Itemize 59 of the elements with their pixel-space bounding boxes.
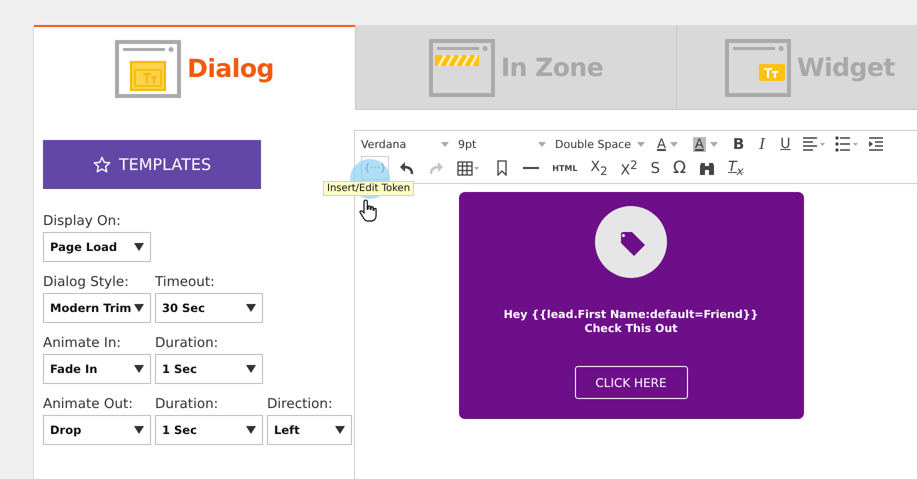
dropdown[interactable]: 1 Sec	[155, 415, 263, 445]
undo-icon[interactable]	[399, 160, 416, 176]
field-label: Dialog Style:	[43, 274, 130, 290]
field-label: Display On:	[43, 213, 122, 229]
toolbar-dropdown[interactable]: Verdana	[361, 138, 449, 150]
dropdown[interactable]: Page Load	[43, 232, 151, 262]
dropdown[interactable]: Left	[267, 415, 352, 445]
align-left-icon[interactable]	[802, 136, 826, 152]
indent-icon[interactable]	[868, 136, 884, 152]
caret-icon	[637, 142, 645, 146]
click-here-button[interactable]: CLICK HERE	[574, 366, 688, 399]
strikethrough-button[interactable]: S	[648, 157, 664, 179]
italic-button[interactable]: I	[756, 133, 768, 155]
field-label: Duration:	[155, 396, 220, 412]
bold-button[interactable]: B	[730, 133, 748, 155]
dropdown[interactable]: Modern Trim	[43, 293, 151, 323]
subscript-button[interactable]: X$_{2}$	[587, 157, 610, 179]
special-character-button[interactable]: Ω	[670, 157, 690, 179]
caret-icon	[710, 142, 718, 146]
highlight-color-button[interactable]: A	[690, 133, 721, 155]
field-label: Duration:	[155, 335, 220, 351]
templates-button[interactable]: TEMPLATES	[43, 140, 261, 189]
dropdown-arrow-icon	[134, 243, 144, 251]
text-color-button[interactable]: A	[654, 133, 681, 155]
binoculars-icon[interactable]	[699, 160, 716, 176]
dropdown-arrow-icon	[246, 365, 256, 373]
dropdown-arrow-icon	[335, 426, 345, 434]
star-icon	[92, 156, 111, 174]
tooltip: Insert/Edit Token	[323, 181, 414, 196]
dropdown[interactable]: Fade In	[43, 354, 151, 384]
table-icon[interactable]	[457, 160, 482, 176]
superscript-button[interactable]: X$^{2}$	[618, 157, 641, 179]
field-label: Animate Out:	[43, 396, 134, 412]
caret-icon	[670, 142, 678, 146]
field-label: Timeout:	[155, 274, 216, 290]
dropdown[interactable]: Drop	[43, 415, 151, 445]
html-button[interactable]: HTML	[549, 157, 580, 179]
dropdown[interactable]: 1 Sec	[155, 354, 263, 384]
dropdown-arrow-icon	[134, 365, 144, 373]
clear-formatting-button[interactable]: T$_{x}$	[725, 157, 747, 179]
underline-button[interactable]: U	[777, 133, 794, 155]
caret-icon	[538, 142, 546, 146]
dropdown-arrow-icon	[134, 304, 144, 312]
dialog-message: Hey {{lead.First Name:default=Friend}} Check This Out	[504, 308, 758, 336]
tag-icon	[595, 206, 667, 278]
toolbar-dropdown[interactable]: Double Space	[555, 138, 645, 150]
window-icon	[428, 38, 495, 96]
window-icon	[725, 38, 791, 96]
toolbar-dropdown[interactable]: 9pt	[458, 138, 546, 150]
hand-cursor-icon	[359, 198, 379, 224]
dropdown-arrow-icon	[246, 304, 256, 312]
bullet-list-icon[interactable]	[835, 136, 860, 152]
dropdown-arrow-icon	[134, 426, 144, 434]
dropdown-arrow-icon	[246, 426, 256, 434]
caret-icon	[441, 142, 449, 146]
dropdown[interactable]: 30 Sec	[155, 293, 263, 323]
window-icon	[115, 40, 182, 98]
field-label: Direction:	[267, 396, 334, 412]
field-label: Animate In:	[43, 335, 122, 351]
